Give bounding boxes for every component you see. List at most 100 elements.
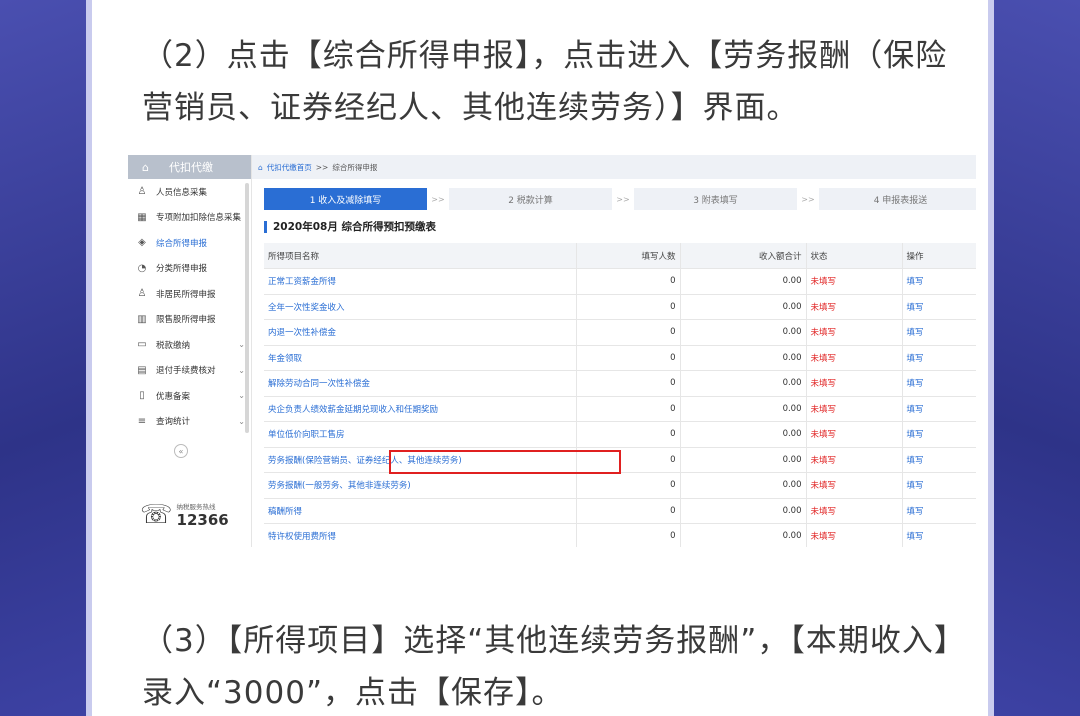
- row-status: 未填写: [806, 498, 903, 524]
- sidebar-header[interactable]: ⌂ 代扣代缴: [128, 155, 251, 179]
- folder-icon: ▭: [137, 339, 147, 351]
- hotline: ☏ 纳税服务热线 12366: [140, 500, 229, 530]
- chevron-down-icon: ⌄: [238, 340, 245, 350]
- row-name-link[interactable]: 正常工资薪金所得: [264, 268, 577, 295]
- row-status: 未填写: [806, 370, 903, 397]
- sidebar-header-label: 代扣代缴: [168, 161, 213, 174]
- sidebar-item-label: 税款缴纳: [156, 340, 191, 351]
- chevron-down-icon: ⌄: [238, 391, 245, 401]
- row-fill-link[interactable]: 填写: [902, 345, 976, 371]
- row-fill-link[interactable]: 填写: [902, 498, 976, 524]
- table-row: 劳务报酬(保险营销员、证券经纪人、其他连续劳务) 0 0.00 未填写 填写: [264, 447, 976, 473]
- row-name-link[interactable]: 全年一次性奖金收入: [264, 294, 577, 320]
- row-count: 0: [576, 319, 681, 346]
- sidebar: ⌂ 代扣代缴 ♙ 人员信息采集 ▦ 专项附加扣除信息采集 ◈ 综合所得申报 ◔ 分类所得申报 ♙…: [128, 155, 252, 547]
- row-status: 未填写: [806, 523, 903, 547]
- table-row: 正常工资薪金所得 0 0.00 未填写 填写: [264, 268, 976, 295]
- row-income: 0.00: [680, 396, 807, 422]
- row-name-link[interactable]: 单位低价向职工售房: [264, 421, 577, 448]
- layers-icon: ◈: [138, 237, 146, 249]
- row-income: 0.00: [680, 498, 807, 524]
- sidebar-item[interactable]: ▦ 专项附加扣除信息采集: [128, 205, 251, 231]
- sidebar-item[interactable]: ♙ 非居民所得申报: [128, 281, 251, 307]
- sidebar-item-label: 综合所得申报: [156, 238, 208, 249]
- sidebar-item[interactable]: ◈ 综合所得申报: [128, 230, 251, 256]
- row-count: 0: [576, 294, 681, 320]
- row-income: 0.00: [680, 370, 807, 397]
- sidebar-item-label: 优惠备案: [156, 391, 191, 402]
- person-icon: ♙: [137, 288, 147, 300]
- file-icon: ▯: [139, 390, 145, 402]
- breadcrumb-home-link[interactable]: 代扣代缴首页: [267, 162, 312, 173]
- hotline-logo-icon: ☏: [140, 500, 173, 530]
- table-header-row: 所得项目名称 填写人数 收入额合计 状态 操作: [264, 243, 976, 269]
- row-fill-link[interactable]: 填写: [902, 294, 976, 320]
- row-fill-link[interactable]: 填写: [902, 268, 976, 295]
- row-fill-link[interactable]: 填写: [902, 319, 976, 346]
- row-count: 0: [576, 498, 681, 524]
- sidebar-item[interactable]: ▤ 退付手续费核对 ⌄: [128, 358, 251, 384]
- background-left: [0, 0, 100, 716]
- sidebar-item[interactable]: ▭ 税款缴纳 ⌄: [128, 332, 251, 358]
- sidebar-item[interactable]: ♙ 人员信息采集: [128, 179, 251, 205]
- step-separator: >>: [801, 194, 815, 204]
- row-status: 未填写: [806, 447, 903, 473]
- hotline-label: 纳税服务热线: [176, 503, 216, 511]
- sidebar-item[interactable]: ▯ 优惠备案 ⌄: [128, 383, 251, 409]
- row-income: 0.00: [680, 472, 807, 499]
- row-name-link[interactable]: 央企负责人绩效薪金延期兑现收入和任期奖励: [264, 396, 577, 422]
- sidebar-scrollbar[interactable]: [245, 183, 249, 433]
- table-row: 年金领取 0 0.00 未填写 填写: [264, 345, 976, 371]
- row-name-link[interactable]: 解除劳动合同一次性补偿金: [264, 370, 577, 397]
- row-name-link[interactable]: 劳务报酬(保险营销员、证券经纪人、其他连续劳务): [264, 447, 577, 473]
- row-fill-link[interactable]: 填写: [902, 472, 976, 499]
- sidebar-item-label: 查询统计: [156, 417, 191, 428]
- row-status: 未填写: [806, 396, 903, 422]
- sidebar-item[interactable]: ≡ 查询统计 ⌄: [128, 409, 251, 435]
- table-row: 特许权使用费所得 0 0.00 未填写 填写: [264, 523, 976, 547]
- row-fill-link[interactable]: 填写: [902, 421, 976, 448]
- bar-chart-icon: ▥: [137, 313, 147, 325]
- col-header-income: 收入额合计: [680, 243, 807, 269]
- row-name-link[interactable]: 年金领取: [264, 345, 577, 371]
- row-income: 0.00: [680, 523, 807, 547]
- row-name-link[interactable]: 劳务报酬(一般劳务、其他非连续劳务): [264, 472, 577, 499]
- sidebar-item[interactable]: ◔ 分类所得申报: [128, 256, 251, 282]
- row-fill-link[interactable]: 填写: [902, 447, 976, 473]
- row-name-link[interactable]: 内退一次性补偿金: [264, 319, 577, 346]
- row-status: 未填写: [806, 268, 903, 295]
- step-submit[interactable]: 4 申报表报送: [819, 188, 976, 210]
- sidebar-item[interactable]: ▥ 限售股所得申报: [128, 307, 251, 333]
- sidebar-item-label: 退付手续费核对: [156, 366, 216, 377]
- home-icon: ⌂: [142, 160, 149, 174]
- table-row: 全年一次性奖金收入 0 0.00 未填写 填写: [264, 294, 976, 320]
- row-name-link[interactable]: 稿酬所得: [264, 498, 577, 524]
- col-header-op: 操作: [902, 243, 976, 269]
- table-row: 解除劳动合同一次性补偿金 0 0.00 未填写 填写: [264, 370, 976, 397]
- step-attachment[interactable]: 3 附表填写: [634, 188, 797, 210]
- main-content: ⌂ 代扣代缴首页 >> 综合所得申报 1 收入及减除填写 >> 2 税款计算 >…: [252, 155, 976, 547]
- sidebar-item-label: 分类所得申报: [156, 264, 208, 275]
- row-count: 0: [576, 370, 681, 397]
- table-row: 单位低价向职工售房 0 0.00 未填写 填写: [264, 421, 976, 448]
- sidebar-item-label: 专项附加扣除信息采集: [156, 213, 242, 224]
- instruction-card: （2）点击【综合所得申报】，点击进入【劳务报酬（保险营销员、证券经纪人、其他连续…: [86, 0, 994, 716]
- row-fill-link[interactable]: 填写: [902, 396, 976, 422]
- row-count: 0: [576, 345, 681, 371]
- row-income: 0.00: [680, 294, 807, 320]
- embedded-screenshot: ⌂ 代扣代缴 ♙ 人员信息采集 ▦ 专项附加扣除信息采集 ◈ 综合所得申报 ◔ 分类所得申报 ♙…: [128, 155, 976, 547]
- pie-icon: ◔: [137, 262, 147, 274]
- breadcrumb: ⌂ 代扣代缴首页 >> 综合所得申报: [252, 155, 976, 179]
- document-icon: ▤: [137, 364, 147, 376]
- row-fill-link[interactable]: 填写: [902, 370, 976, 397]
- row-fill-link[interactable]: 填写: [902, 523, 976, 547]
- step-separator: >>: [431, 194, 445, 204]
- user-icon: ♙: [137, 186, 147, 198]
- step-tax-calc[interactable]: 2 税款计算: [449, 188, 612, 210]
- row-income: 0.00: [680, 268, 807, 295]
- collapse-sidebar-icon[interactable]: «: [174, 444, 188, 458]
- row-name-link[interactable]: 特许权使用费所得: [264, 523, 577, 547]
- step-income[interactable]: 1 收入及减除填写: [264, 188, 427, 210]
- row-status: 未填写: [806, 472, 903, 499]
- step-separator: >>: [616, 194, 630, 204]
